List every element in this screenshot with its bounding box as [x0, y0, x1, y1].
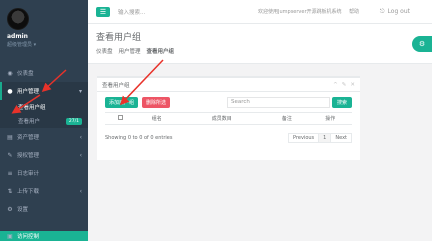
sidebar-item-audit-log[interactable]: ≡ 日志审计 — [0, 164, 88, 182]
sidebar-item-label: 授权管理 — [17, 153, 40, 159]
delete-selected-button[interactable]: 删除所选 — [142, 96, 171, 108]
page-title: 查看用户组 — [96, 33, 142, 43]
column-header[interactable]: 操作 — [308, 112, 352, 125]
users-icon: ● — [7, 87, 13, 95]
sidebar-subitem-label: 查看用户 — [18, 119, 41, 125]
profile-role[interactable]: 超级管理员 ▾ — [7, 41, 88, 48]
sidebar-item-label: 资产管理 — [17, 135, 40, 141]
sidebar-subitem-label: 查看用户组 — [18, 105, 46, 111]
breadcrumb-item[interactable]: 用户管理 — [119, 47, 141, 55]
page-heading: 查看用户组 仪表盘 用户管理 查看用户组 ⚙ — [88, 24, 432, 64]
sidebar-item-label: 仪表盘 — [17, 71, 34, 77]
hamburger-icon: ☰ — [99, 7, 107, 16]
sidebar-item-label: 上传下载 — [17, 189, 40, 195]
help-link[interactable]: 帮助 — [349, 9, 359, 15]
chevron-left-icon: ‹ — [79, 133, 82, 141]
search-input[interactable]: Search — [226, 96, 330, 108]
perm-icon: ✎ — [7, 151, 13, 159]
theme-settings-button[interactable]: ⚙ — [412, 36, 432, 52]
column-header[interactable]: 备注 — [265, 112, 309, 125]
sidebar-item-label: 用户管理 — [17, 89, 40, 95]
add-user-group-button[interactable]: 添加用户组 — [105, 96, 139, 108]
panel-toolbar: 添加用户组 删除所选 Search 搜索 — [97, 92, 360, 112]
panel-header: 查看用户组 ^ ✎ ✕ — [97, 78, 360, 92]
column-header[interactable]: 组名 — [135, 112, 179, 125]
sidebar-item-permissions[interactable]: ✎ 授权管理 ‹ — [0, 146, 88, 164]
collapse-icon[interactable]: ^ — [333, 82, 338, 88]
audit-icon: ≡ — [7, 169, 13, 177]
upload-icon: ⇅ — [7, 187, 13, 195]
assets-icon: ▤ — [7, 133, 13, 141]
wrench-icon[interactable]: ✎ — [342, 82, 347, 88]
user-group-table: 组名 成员数目 备注 操作 — [105, 112, 352, 125]
chevron-down-icon: ▾ — [33, 42, 37, 48]
sidebar-item-user-management[interactable]: ● 用户管理 ▾ — [0, 82, 88, 100]
profile-role-label: 超级管理员 — [7, 42, 33, 48]
breadcrumb-current: 查看用户组 — [146, 49, 175, 55]
welcome-text: 欢迎使用Jumpserver开源跳板机系统 帮助 — [258, 8, 359, 15]
logout-label: Log out — [387, 8, 410, 15]
sidebar: admin 超级管理员 ▾ ◉ 仪表盘 ● 用户管理 ▾ 查看用户组 查看用户 … — [0, 0, 88, 241]
profile-block: admin 超级管理员 ▾ — [0, 0, 88, 60]
top-navbar: ☰ 输入搜索... 欢迎使用Jumpserver开源跳板机系统 帮助 ⎋ Log… — [88, 0, 432, 24]
welcome-message: 欢迎使用Jumpserver开源跳板机系统 — [258, 9, 342, 15]
search-button[interactable]: 搜索 — [331, 96, 352, 108]
avatar[interactable] — [7, 8, 29, 30]
table-footer: Showing 0 to 0 of 0 entries Previous 1 N… — [97, 125, 360, 143]
logout-link[interactable]: ⎋ Log out — [380, 8, 410, 16]
sidebar-item-access-control[interactable]: ▣ 访问控制 — [0, 231, 88, 241]
sidebar-item-upload-download[interactable]: ⇅ 上传下载 ‹ — [0, 182, 88, 200]
sidebar-item-dashboard[interactable]: ◉ 仪表盘 — [0, 64, 88, 82]
top-search-input[interactable]: 输入搜索... — [118, 8, 228, 16]
sidebar-subitem-view-users[interactable]: 查看用户 27/1 — [0, 114, 88, 128]
profile-username[interactable]: admin — [7, 33, 88, 40]
chevron-left-icon: ‹ — [79, 187, 82, 195]
sidebar-item-label: 访问控制 — [17, 234, 40, 240]
previous-page-button[interactable]: Previous — [288, 133, 320, 143]
next-page-button[interactable]: Next — [330, 133, 352, 143]
entries-info: Showing 0 to 0 of 0 entries — [105, 135, 173, 141]
gear-icon: ⚙ — [418, 40, 426, 48]
count-badge: 27/1 — [65, 117, 82, 125]
table-header-row: 组名 成员数目 备注 操作 — [105, 112, 352, 125]
user-group-panel: 查看用户组 ^ ✎ ✕ 添加用户组 删除所选 Search 搜索 组名 成员数目… — [97, 76, 360, 160]
gear-icon: ⚙ — [7, 205, 13, 213]
sidebar-item-label: 设置 — [17, 207, 29, 213]
menu-toggle-button[interactable]: ☰ — [96, 6, 110, 17]
panel-tools: ^ ✎ ✕ — [333, 82, 355, 88]
chevron-down-icon: ▾ — [78, 87, 82, 95]
user-management-submenu: 查看用户组 查看用户 27/1 — [0, 100, 88, 128]
panel-title: 查看用户组 — [102, 82, 130, 89]
select-all-checkbox[interactable] — [117, 115, 123, 120]
sidebar-item-label: 日志审计 — [17, 171, 40, 177]
chevron-left-icon: ‹ — [79, 151, 82, 159]
dashboard-icon: ◉ — [7, 69, 13, 77]
access-icon: ▣ — [7, 232, 13, 240]
logout-icon: ⎋ — [379, 7, 385, 15]
breadcrumb-item[interactable]: 仪表盘 — [96, 47, 113, 55]
close-icon[interactable]: ✕ — [350, 82, 355, 88]
column-header[interactable]: 成员数目 — [178, 112, 266, 125]
sidebar-subitem-view-user-groups[interactable]: 查看用户组 — [0, 100, 88, 114]
sidebar-item-settings[interactable]: ⚙ 设置 — [0, 200, 88, 218]
breadcrumb: 仪表盘 用户管理 查看用户组 — [96, 47, 432, 55]
sidebar-item-assets[interactable]: ▤ 资产管理 ‹ — [0, 128, 88, 146]
select-all-header — [105, 112, 135, 125]
pagination: Previous 1 Next — [288, 133, 352, 143]
